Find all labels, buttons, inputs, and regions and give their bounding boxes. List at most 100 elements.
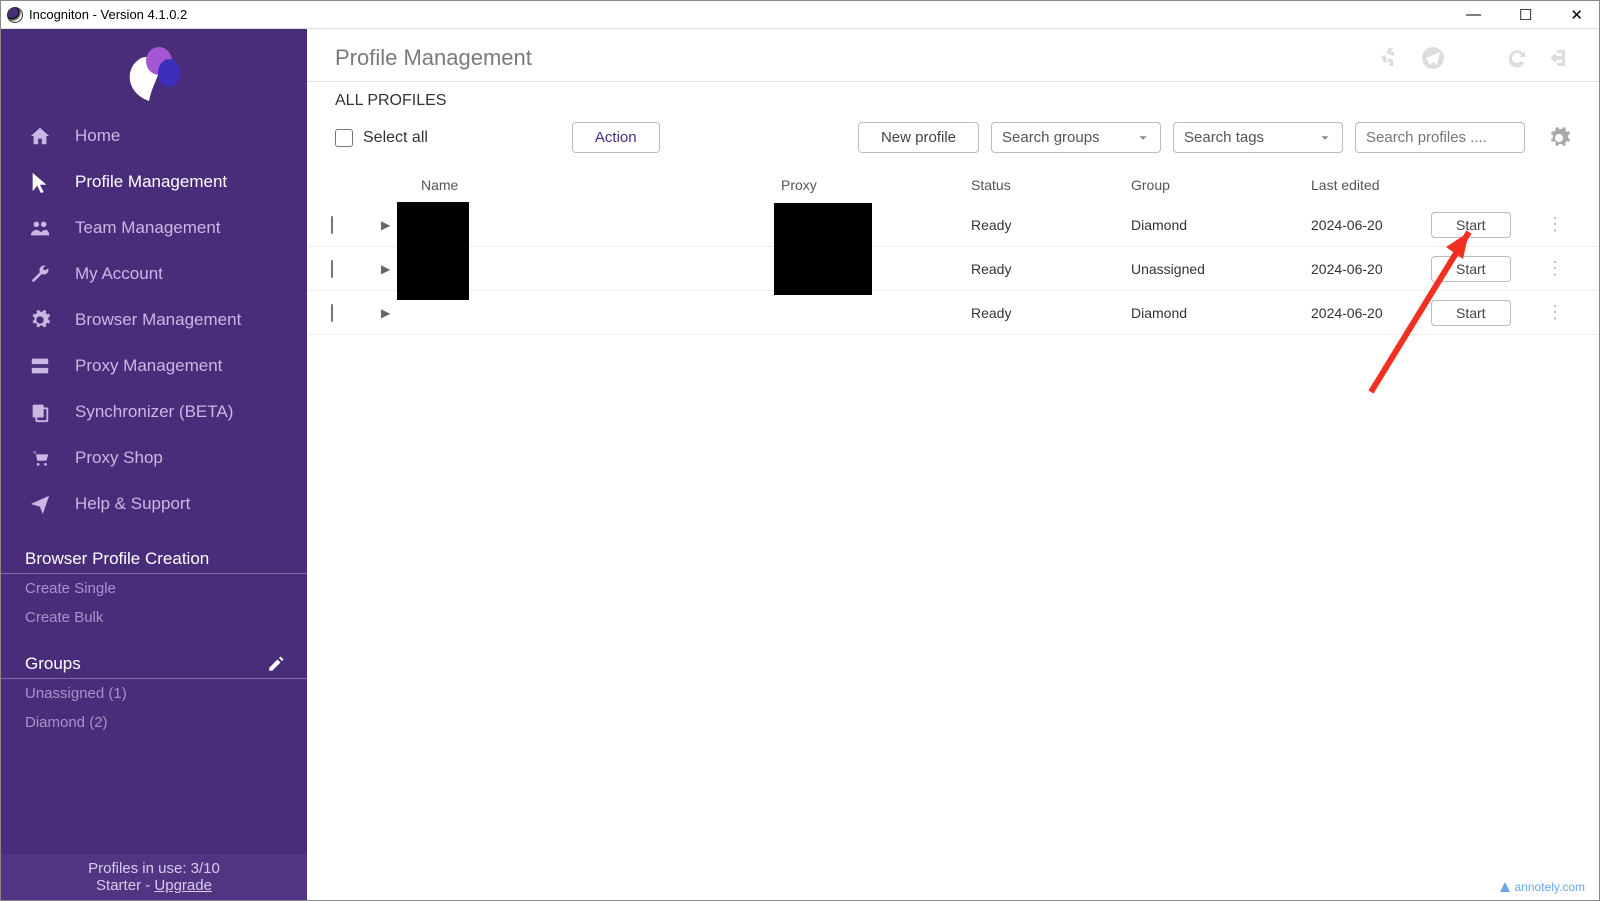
edit-icon[interactable]: [267, 655, 285, 673]
expand-caret[interactable]: ▶: [375, 302, 415, 324]
cell-name: [415, 221, 775, 229]
nav-proxy-shop[interactable]: Proxy Shop: [1, 435, 307, 481]
cell-last-edited: 2024-06-20: [1305, 257, 1425, 281]
refresh-icon[interactable]: [1505, 46, 1529, 70]
logo-icon: [119, 43, 189, 103]
home-icon: [29, 125, 51, 147]
plan-line: Starter - Upgrade: [1, 877, 307, 894]
minimize-button[interactable]: —: [1456, 4, 1491, 26]
profiles-in-use: Profiles in use: 3/10: [1, 860, 307, 877]
start-button[interactable]: Start: [1431, 256, 1511, 282]
cell-status: Ready: [965, 257, 1125, 281]
chevron-down-icon: [1136, 131, 1150, 145]
content: Profile Management ALL PROFILES Select a…: [307, 29, 1599, 900]
moon-icon[interactable]: [1463, 46, 1487, 70]
logo-area: [1, 29, 307, 113]
all-profiles-label: ALL PROFILES: [307, 82, 1599, 116]
table-row: ▶ Ready Diamond 2024-06-20 Start ⋮: [307, 203, 1599, 247]
start-button[interactable]: Start: [1431, 212, 1511, 238]
cell-status: Ready: [965, 213, 1125, 237]
maximize-button[interactable]: ☐: [1509, 4, 1542, 26]
wrench-icon: [29, 263, 51, 285]
cell-name: [415, 309, 775, 317]
col-last-edited: Last edited: [1305, 173, 1425, 197]
settings-icon[interactable]: [1547, 126, 1571, 150]
search-profiles-input[interactable]: [1355, 122, 1525, 153]
start-button[interactable]: Start: [1431, 300, 1511, 326]
creation-header: Browser Profile Creation: [1, 541, 307, 574]
select-all-label: Select all: [363, 129, 428, 147]
row-checkbox[interactable]: [331, 260, 333, 278]
cell-status: Ready: [965, 301, 1125, 325]
group-diamond[interactable]: Diamond (2): [1, 708, 307, 737]
page-title: Profile Management: [335, 45, 532, 71]
search-groups-select[interactable]: Search groups: [991, 122, 1161, 153]
nav-proxy-management[interactable]: Proxy Management: [1, 343, 307, 389]
select-all[interactable]: Select all: [335, 129, 428, 147]
row-menu-button[interactable]: ⋮: [1535, 210, 1575, 239]
sidebar-footer: Profiles in use: 3/10 Starter - Upgrade: [1, 854, 307, 900]
nav-label: My Account: [75, 264, 163, 284]
plan-prefix: Starter -: [96, 877, 154, 894]
titlebar: Incogniton - Version 4.1.0.2 — ☐ ✕: [1, 1, 1599, 29]
team-icon: [29, 217, 51, 239]
redacted-name-block: [397, 202, 469, 300]
telegram-icon[interactable]: [1421, 46, 1445, 70]
search-tags-label: Search tags: [1184, 129, 1264, 146]
creation-header-label: Browser Profile Creation: [25, 549, 209, 569]
upgrade-link[interactable]: Upgrade: [154, 877, 212, 894]
nav-label: Home: [75, 126, 120, 146]
titlebar-left: Incogniton - Version 4.1.0.2: [7, 7, 187, 23]
search-tags-select[interactable]: Search tags: [1173, 122, 1343, 153]
row-menu-button[interactable]: ⋮: [1535, 254, 1575, 283]
window-controls: — ☐ ✕: [1456, 4, 1593, 26]
recycle-icon[interactable]: [1379, 46, 1403, 70]
nav-team-management[interactable]: Team Management: [1, 205, 307, 251]
close-button[interactable]: ✕: [1560, 4, 1593, 26]
table-header: Name Proxy Status Group Last edited: [307, 167, 1599, 203]
app-icon: [7, 7, 23, 23]
table-row: ▶ Ready Diamond 2024-06-20 Start ⋮: [307, 291, 1599, 335]
col-status: Status: [965, 173, 1125, 197]
select-all-checkbox[interactable]: [335, 129, 353, 147]
window-title: Incogniton - Version 4.1.0.2: [29, 7, 187, 22]
nav-home[interactable]: Home: [1, 113, 307, 159]
groups-header: Groups: [1, 646, 307, 679]
header-icons: [1379, 46, 1571, 70]
annotely-text: annotely.com: [1515, 880, 1585, 894]
create-single[interactable]: Create Single: [1, 574, 307, 603]
sidebar: Home Profile Management Team Management …: [1, 29, 307, 900]
nav-profile-management[interactable]: Profile Management: [1, 159, 307, 205]
row-checkbox[interactable]: [331, 304, 333, 322]
nav-help-support[interactable]: Help & Support: [1, 481, 307, 527]
row-menu-button[interactable]: ⋮: [1535, 298, 1575, 327]
chevron-down-icon: [1318, 131, 1332, 145]
cell-group: Diamond: [1125, 301, 1305, 325]
app-window: Incogniton - Version 4.1.0.2 — ☐ ✕ Home: [0, 0, 1600, 901]
logout-icon[interactable]: [1547, 46, 1571, 70]
server-icon: [29, 355, 51, 377]
cell-group: Unassigned: [1125, 257, 1305, 281]
col-name: Name: [415, 173, 775, 197]
table-body: ▶ Ready Diamond 2024-06-20 Start ⋮ ▶ Rea…: [307, 203, 1599, 335]
nav-synchronizer[interactable]: Synchronizer (BETA): [1, 389, 307, 435]
table-row: ▶ Ready Unassigned 2024-06-20 Start ⋮: [307, 247, 1599, 291]
content-header: Profile Management: [307, 29, 1599, 82]
nav-my-account[interactable]: My Account: [1, 251, 307, 297]
help-icon: [29, 493, 51, 515]
annotely-watermark: annotely.com: [1499, 880, 1585, 894]
cell-group: Diamond: [1125, 213, 1305, 237]
cursor-icon: [29, 171, 51, 193]
row-checkbox[interactable]: [331, 216, 333, 234]
new-profile-button[interactable]: New profile: [858, 122, 979, 153]
cell-last-edited: 2024-06-20: [1305, 213, 1425, 237]
cell-name: [415, 265, 775, 273]
groups-header-label: Groups: [25, 654, 81, 674]
nav-browser-management[interactable]: Browser Management: [1, 297, 307, 343]
nav-label: Help & Support: [75, 494, 190, 514]
nav-label: Browser Management: [75, 310, 241, 330]
create-bulk[interactable]: Create Bulk: [1, 603, 307, 632]
action-button[interactable]: Action: [572, 122, 660, 153]
group-unassigned[interactable]: Unassigned (1): [1, 679, 307, 708]
toolbar: Select all Action New profile Search gro…: [307, 116, 1599, 167]
